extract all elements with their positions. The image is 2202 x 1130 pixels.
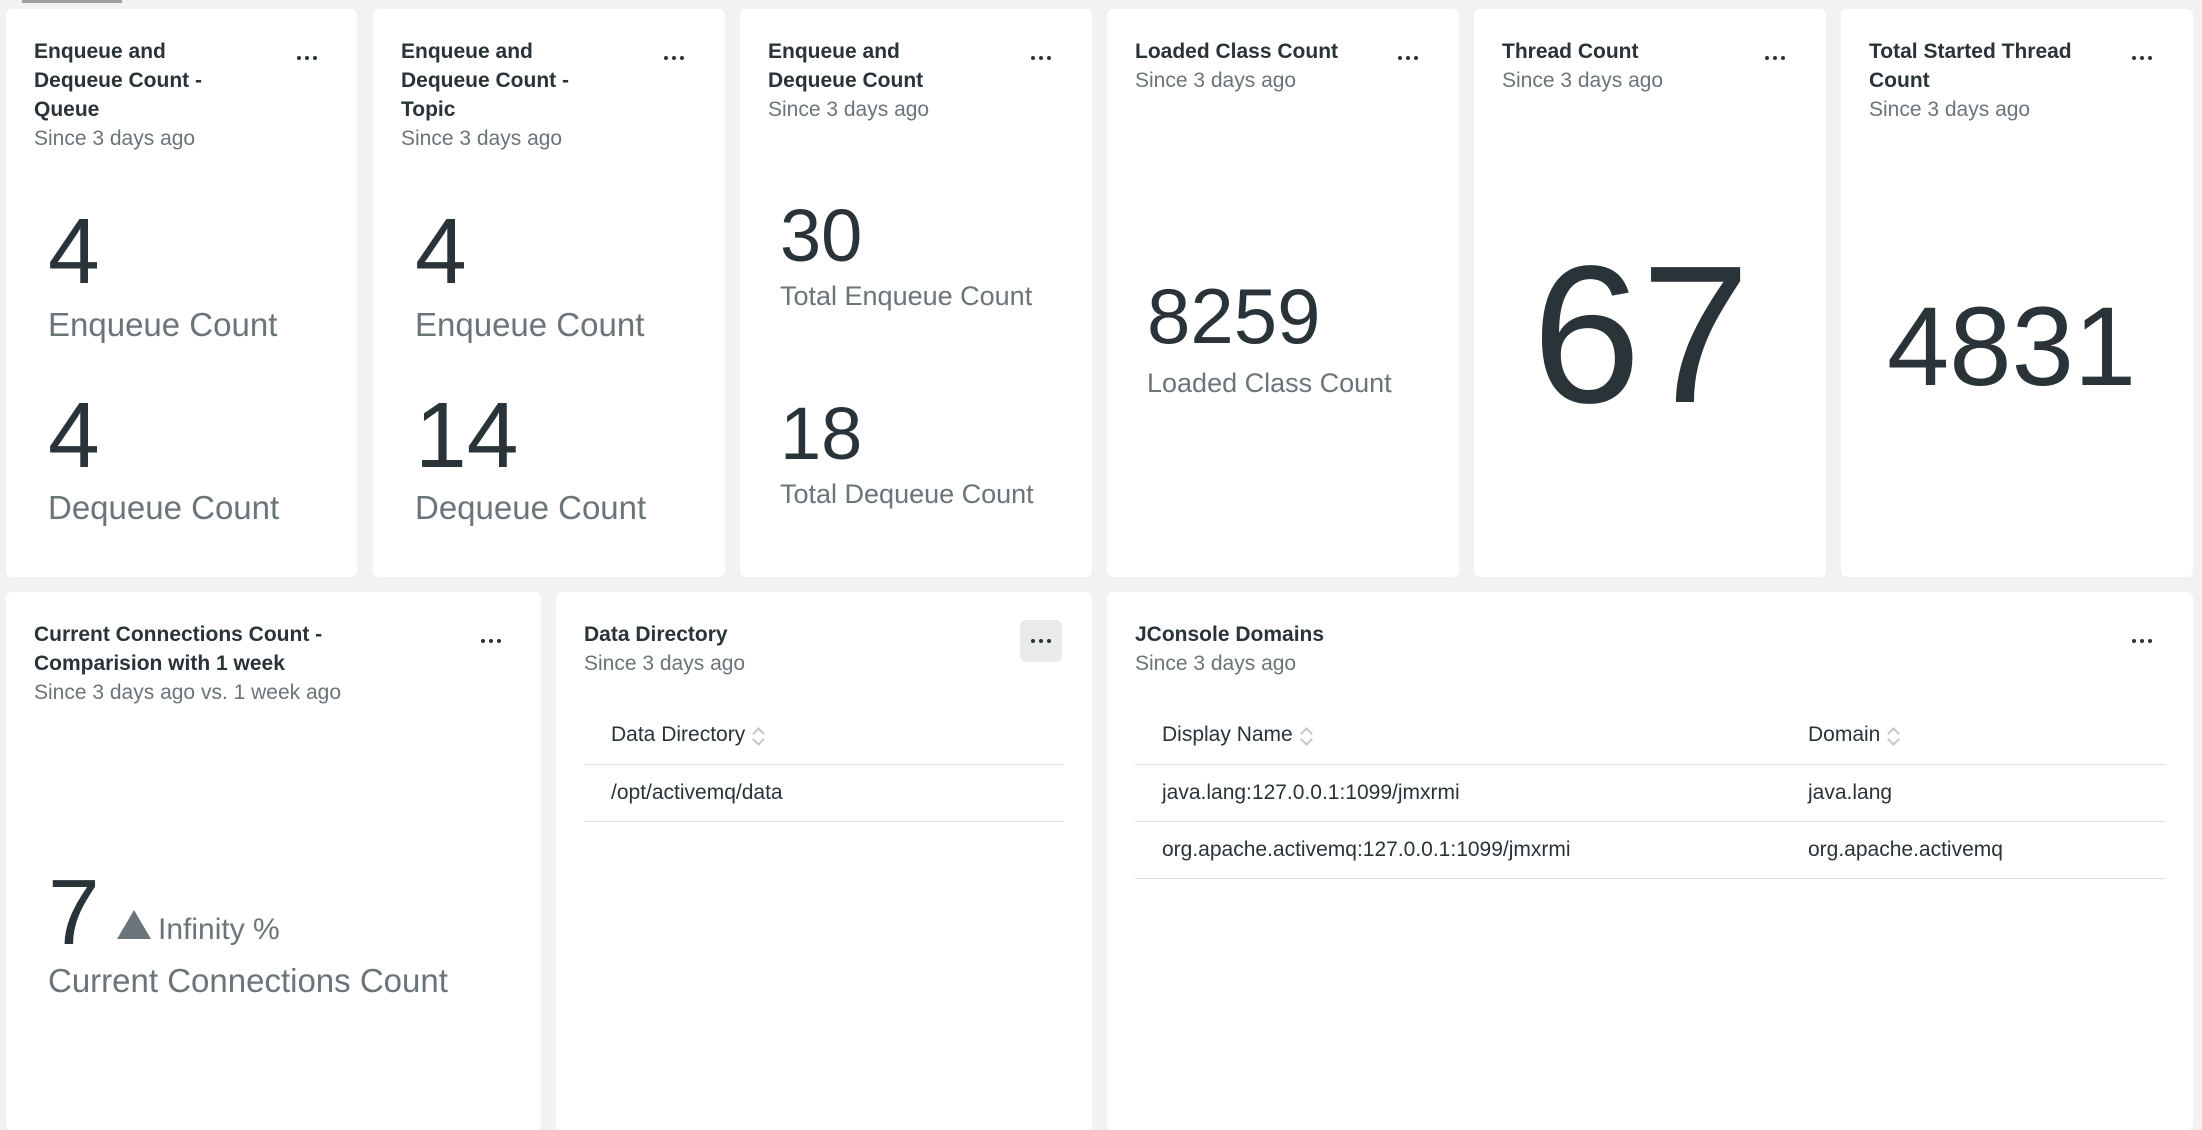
table-row: org.apache.activemq:127.0.0.1:1099/jmxrm… — [1135, 821, 2165, 879]
card-subtitle: Since 3 days ago — [1135, 69, 1297, 92]
enqueue-count-label: Enqueue Count — [415, 306, 645, 343]
total-dequeue-value: 18 — [780, 392, 863, 475]
card-title: Enqueue and Dequeue Count - Topic Since … — [401, 37, 569, 153]
dequeue-count-value: 4 — [48, 383, 100, 487]
card-title: Current Connections Count - Comparision … — [34, 620, 341, 707]
card-menu-button[interactable] — [2121, 37, 2163, 79]
enqueue-count-label: Enqueue Count — [48, 306, 278, 343]
card-menu-button[interactable] — [2121, 620, 2163, 662]
card-enqueue-dequeue-total: Enqueue and Dequeue Count Since 3 days a… — [740, 9, 1092, 577]
card-title: Enqueue and Dequeue Count - Queue Since … — [34, 37, 202, 153]
more-horizontal-icon — [1398, 56, 1418, 60]
total-enqueue-label: Total Enqueue Count — [780, 281, 1033, 311]
enqueue-count-value: 4 — [48, 199, 100, 303]
card-menu-button[interactable] — [1020, 37, 1062, 79]
card-title: Enqueue and Dequeue Count Since 3 days a… — [768, 37, 929, 124]
card-title: Data Directory Since 3 days ago — [584, 620, 745, 678]
card-subtitle: Since 3 days ago — [584, 652, 746, 675]
started-thread-value: 4831 — [1887, 284, 2137, 409]
card-enqueue-dequeue-queue: Enqueue and Dequeue Count - Queue Since … — [6, 9, 357, 577]
total-enqueue-value: 30 — [780, 194, 863, 277]
card-total-started-thread-count: Total Started Thread Count Since 3 days … — [1841, 9, 2193, 577]
table-cell-display-name: java.lang:127.0.0.1:1099/jmxrmi — [1135, 764, 1781, 822]
table-cell-domain: org.apache.activemq — [1781, 821, 2165, 879]
more-horizontal-icon — [664, 56, 684, 60]
table-cell-display-name: org.apache.activemq:127.0.0.1:1099/jmxrm… — [1135, 821, 1781, 879]
card-subtitle: Since 3 days ago — [401, 127, 563, 150]
card-thread-count: Thread Count Since 3 days ago 67 — [1474, 9, 1826, 577]
dequeue-count-value: 14 — [415, 383, 519, 487]
card-subtitle: Since 3 days ago — [1502, 69, 1664, 92]
sort-icon — [1301, 726, 1313, 746]
card-title: Thread Count Since 3 days ago — [1502, 37, 1663, 95]
card-title: JConsole Domains Since 3 days ago — [1135, 620, 1324, 678]
sort-icon — [753, 726, 765, 746]
table-row: /opt/activemq/data — [584, 764, 1064, 822]
card-menu-button[interactable] — [1754, 37, 1796, 79]
card-enqueue-dequeue-topic: Enqueue and Dequeue Count - Topic Since … — [373, 9, 725, 577]
loaded-class-value: 8259 — [1147, 272, 1321, 360]
sort-icon — [1888, 726, 1900, 746]
dequeue-count-label: Dequeue Count — [48, 489, 280, 526]
card-current-connections: Current Connections Count - Comparision … — [6, 592, 541, 1130]
more-horizontal-icon — [297, 56, 317, 60]
table-header-row: Display Name Domain — [1135, 707, 2165, 765]
column-header-data-directory[interactable]: Data Directory — [584, 707, 1064, 765]
table-cell-data-directory: /opt/activemq/data — [584, 764, 1064, 822]
current-connections-label: Current Connections Count — [48, 962, 448, 999]
thread-count-value: 67 — [1532, 225, 1751, 444]
loaded-class-label: Loaded Class Count — [1147, 368, 1392, 398]
column-header-domain[interactable]: Domain — [1781, 707, 2165, 765]
table-row: java.lang:127.0.0.1:1099/jmxrmi java.lan… — [1135, 764, 2165, 822]
card-subtitle: Since 3 days ago — [1869, 98, 2031, 121]
card-data-directory: Data Directory Since 3 days ago Data Dir… — [556, 592, 1092, 1130]
card-title: Loaded Class Count Since 3 days ago — [1135, 37, 1338, 95]
more-horizontal-icon — [1031, 639, 1051, 643]
dequeue-count-label: Dequeue Count — [415, 489, 647, 526]
card-loaded-class-count: Loaded Class Count Since 3 days ago 8259… — [1107, 9, 1459, 577]
current-connections-value: 7 — [48, 860, 100, 964]
card-subtitle: Since 3 days ago — [1135, 652, 1297, 675]
card-jconsole-domains: JConsole Domains Since 3 days ago Displa… — [1107, 592, 2193, 1130]
triangle-up-icon — [117, 910, 151, 939]
enqueue-count-value: 4 — [415, 199, 467, 303]
column-header-display-name[interactable]: Display Name — [1135, 707, 1781, 765]
more-horizontal-icon — [2132, 56, 2152, 60]
jconsole-domains-table: Display Name Domain java.lang:127.0.0.1:… — [1135, 707, 2165, 879]
active-tab-indicator — [22, 0, 122, 3]
card-title: Total Started Thread Count Since 3 days … — [1869, 37, 2072, 124]
card-menu-button[interactable] — [1020, 620, 1062, 662]
card-menu-button[interactable] — [286, 37, 328, 79]
connections-change-percent: Infinity % — [158, 913, 280, 946]
card-menu-button[interactable] — [653, 37, 695, 79]
card-subtitle: Since 3 days ago — [768, 98, 930, 121]
card-menu-button[interactable] — [470, 620, 512, 662]
card-subtitle: Since 3 days ago vs. 1 week ago — [34, 681, 342, 704]
table-cell-domain: java.lang — [1781, 764, 2165, 822]
table-header-row: Data Directory — [584, 707, 1064, 765]
card-menu-button[interactable] — [1387, 37, 1429, 79]
total-dequeue-label: Total Dequeue Count — [780, 479, 1034, 509]
more-horizontal-icon — [1765, 56, 1785, 60]
more-horizontal-icon — [1031, 56, 1051, 60]
card-subtitle: Since 3 days ago — [34, 127, 196, 150]
more-horizontal-icon — [481, 639, 501, 643]
more-horizontal-icon — [2132, 639, 2152, 643]
data-directory-table: Data Directory /opt/activemq/data — [584, 707, 1064, 822]
